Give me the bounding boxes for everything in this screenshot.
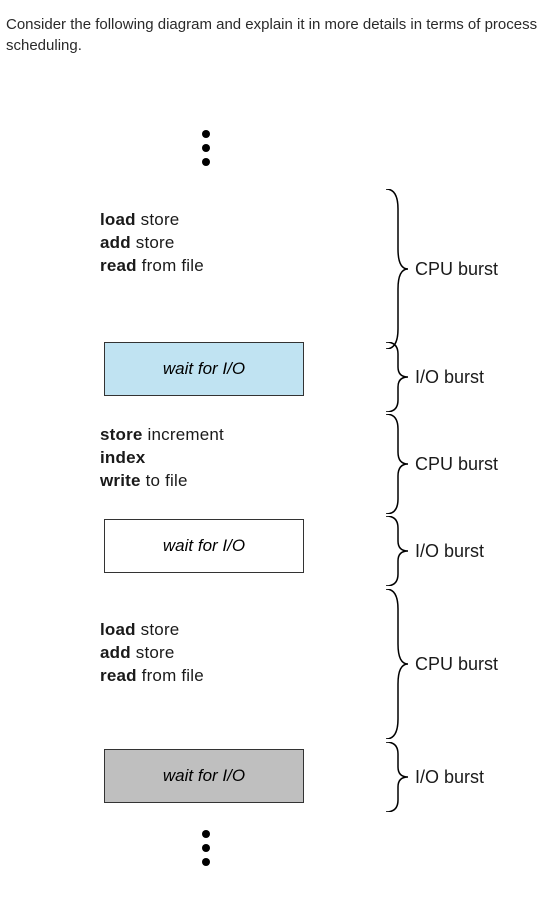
instr-arg: increment <box>148 425 224 444</box>
instr: load <box>100 210 141 229</box>
burst-label: I/O burst <box>415 767 484 788</box>
io-burst-block-3: wait for I/O <box>100 749 315 803</box>
burst-label: I/O burst <box>415 367 484 388</box>
cpu-burst-block-3: load store add store read from file <box>100 619 315 688</box>
cpu-burst-block-2: store increment index write to file <box>100 424 315 493</box>
vertical-ellipsis-top <box>200 124 212 172</box>
question-prompt: Consider the following diagram and expla… <box>0 0 552 64</box>
dot-icon <box>202 830 210 838</box>
wait-io-box: wait for I/O <box>104 749 304 803</box>
instr-arg: to file <box>146 471 188 490</box>
instr: write <box>100 471 146 490</box>
instr: read <box>100 666 142 685</box>
instr: add <box>100 233 136 252</box>
instr: load <box>100 620 141 639</box>
instr-arg: store <box>136 233 175 252</box>
curly-brace-icon <box>380 742 408 812</box>
dot-icon <box>202 858 210 866</box>
instr: add <box>100 643 136 662</box>
wait-io-box: wait for I/O <box>104 519 304 573</box>
burst-diagram: load store add store read from file CPU … <box>0 124 552 884</box>
burst-label: CPU burst <box>415 259 498 280</box>
io-burst-block-1: wait for I/O <box>100 342 315 396</box>
curly-brace-icon <box>380 516 408 586</box>
curly-brace-icon <box>380 189 408 349</box>
instr-arg: store <box>136 643 175 662</box>
curly-brace-icon <box>380 414 408 514</box>
dot-icon <box>202 158 210 166</box>
wait-io-box: wait for I/O <box>104 342 304 396</box>
instr-arg: from file <box>142 256 204 275</box>
dot-icon <box>202 844 210 852</box>
curly-brace-icon <box>380 342 408 412</box>
instr: store <box>100 425 148 444</box>
burst-label: CPU burst <box>415 454 498 475</box>
vertical-ellipsis-bottom <box>200 824 212 872</box>
instr-arg: store <box>141 620 180 639</box>
cpu-burst-block-1: load store add store read from file <box>100 209 315 278</box>
instr-arg: from file <box>142 666 204 685</box>
burst-label: I/O burst <box>415 541 484 562</box>
instr: read <box>100 256 142 275</box>
instr-arg: store <box>141 210 180 229</box>
instr: index <box>100 448 145 467</box>
curly-brace-icon <box>380 589 408 739</box>
io-burst-block-2: wait for I/O <box>100 519 315 573</box>
burst-label: CPU burst <box>415 654 498 675</box>
dot-icon <box>202 130 210 138</box>
dot-icon <box>202 144 210 152</box>
